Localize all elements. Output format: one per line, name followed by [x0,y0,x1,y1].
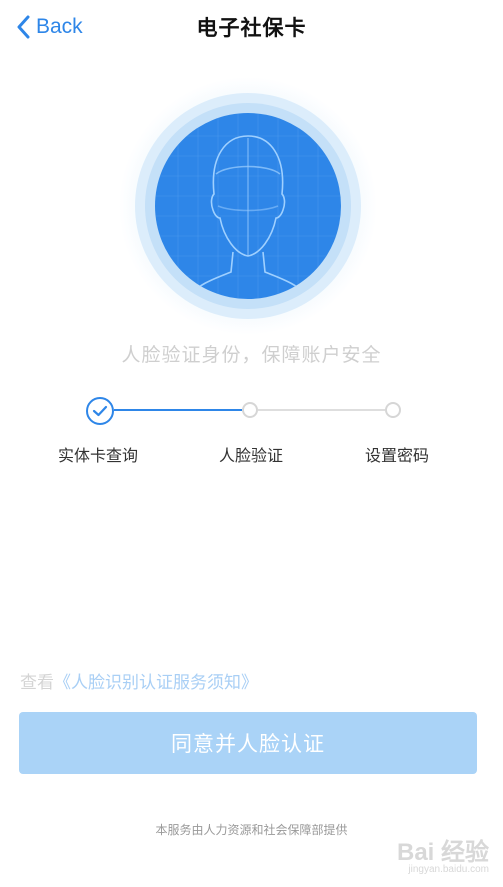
step-connector-active [114,409,242,411]
service-terms-link[interactable]: 《人脸识别认证服务须知》 [54,673,258,693]
nav-bar: Back 电子社保卡 [0,0,503,54]
face-scan-illustration [118,76,378,336]
watermark-url: jingyan.baidu.com [408,864,489,875]
step-3-indicator [385,402,401,418]
face-scan-icon [119,77,377,335]
service-notice: 查看《人脸识别认证服务须知》 [20,668,258,693]
step-3-label: 设置密码 [365,446,430,465]
progress-stepper: 实体卡查询 人脸验证 设置密码 [0,392,503,472]
step-1-label: 实体卡查询 [58,446,139,465]
step-1-indicator [86,397,114,425]
subtitle: 人脸验证身份，保障账户安全 [121,344,382,366]
notice-prefix: 查看 [20,673,54,693]
step-2-label: 人脸验证 [219,446,284,465]
page-title: 电子社保卡 [196,16,307,40]
agree-face-auth-button[interactable]: 同意并人脸认证 [19,712,477,774]
step-2-indicator [242,402,258,418]
watermark-logo: Bai 经验 [396,839,489,866]
step-connector-pending [258,409,385,411]
watermark: Bai 经验 jingyan.baidu.com [397,832,489,875]
